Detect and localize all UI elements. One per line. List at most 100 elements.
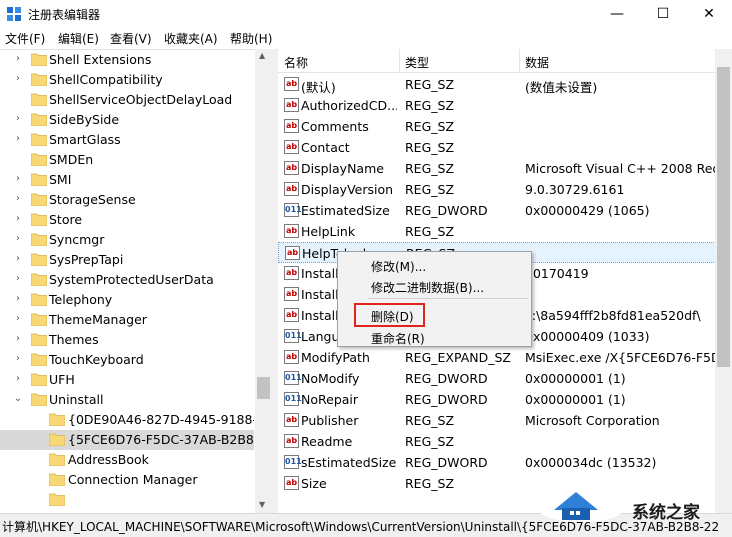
tree-item[interactable]: ⌄ Uninstall xyxy=(0,390,254,410)
expand-chevron-icon[interactable]: › xyxy=(13,113,23,124)
list-item[interactable]: 011 NoRepair REG_DWORD 0x00000001 (1) xyxy=(278,389,716,410)
scroll-down-icon[interactable]: ▼ xyxy=(259,500,265,509)
tree-item[interactable]: › Telephony xyxy=(0,290,254,310)
context-modify[interactable]: 修改(M)... xyxy=(371,258,426,275)
tree-scrollbar[interactable]: ▲ ▼ xyxy=(255,49,272,513)
folder-icon xyxy=(31,53,47,66)
tree-item[interactable]: › ThemeManager xyxy=(0,310,254,330)
menu-edit[interactable]: 编辑(E) xyxy=(58,30,99,47)
scroll-up-icon[interactable]: ▲ xyxy=(259,51,265,60)
context-modify-binary[interactable]: 修改二进制数据(B)... xyxy=(371,279,484,296)
registry-key-tree[interactable]: › Shell Extensions › ShellCompatibility Shel… xyxy=(0,49,272,513)
menu-view[interactable]: 查看(V) xyxy=(110,30,152,47)
list-item[interactable]: ab ModifyPath REG_EXPAND_SZ MsiExec.exe /X{… xyxy=(278,347,716,368)
value-type: REG_SZ xyxy=(405,434,455,449)
menu-help[interactable]: 帮助(H) xyxy=(230,30,272,47)
tree-item-label: {0DE90A46-827D-4945-9188-877 xyxy=(68,412,254,427)
tree-item[interactable]: {0DE90A46-827D-4945-9188-877 xyxy=(0,410,254,430)
list-item[interactable]: 011 NoModify REG_DWORD 0x00000001 (1) xyxy=(278,368,716,389)
list-scrollbar[interactable] xyxy=(715,49,732,513)
value-name: Publisher xyxy=(301,413,359,428)
expand-chevron-icon[interactable]: › xyxy=(13,213,23,224)
tree-item[interactable]: › SystemProtectedUserData xyxy=(0,270,254,290)
value-type: REG_SZ xyxy=(405,161,455,176)
list-item[interactable]: ab (默认) REG_SZ (数值未设置) xyxy=(278,74,716,95)
folder-icon xyxy=(31,293,47,306)
tree-item-label: Themes xyxy=(49,332,99,347)
tree-item[interactable]: › Syncmgr xyxy=(0,230,254,250)
tree-item-label: Uninstall xyxy=(49,392,104,407)
list-item[interactable]: ab DisplayName REG_SZ Microsoft Visual C++ … xyxy=(278,158,716,179)
tree-item[interactable]: › SysPrepTapi xyxy=(0,250,254,270)
expand-chevron-icon[interactable]: › xyxy=(13,73,23,84)
value-type: REG_SZ xyxy=(405,476,455,491)
expand-chevron-icon[interactable]: › xyxy=(13,353,23,364)
tree-item[interactable]: › SideBySide xyxy=(0,110,254,130)
list-item[interactable]: ab Comments REG_SZ xyxy=(278,116,716,137)
value-data: MsiExec.exe /X{5FCE6D76-F5DC- xyxy=(525,350,716,365)
tree-item[interactable]: › StorageSense xyxy=(0,190,254,210)
tree-item[interactable]: › ShellCompatibility xyxy=(0,70,254,90)
expand-chevron-icon[interactable]: › xyxy=(13,53,23,64)
close-button[interactable]: ✕ xyxy=(686,0,732,28)
list-item[interactable]: 011 sEstimatedSize2 REG_DWORD 0x000034dc (1… xyxy=(278,452,716,473)
tree-item-label: SysPrepTapi xyxy=(49,252,124,267)
tree-scroll-thumb[interactable] xyxy=(257,377,270,399)
minimize-button[interactable]: — xyxy=(594,0,640,28)
tree-item[interactable]: Connection Manager xyxy=(0,470,254,490)
list-item[interactable]: ab Publisher REG_SZ Microsoft Corporation xyxy=(278,410,716,431)
expand-chevron-icon[interactable]: › xyxy=(13,233,23,244)
folder-icon xyxy=(31,393,47,406)
list-item[interactable]: ab HelpLink REG_SZ xyxy=(278,221,716,242)
tree-item[interactable]: SMDEn xyxy=(0,150,254,170)
list-scroll-thumb[interactable] xyxy=(717,67,730,367)
expand-chevron-icon[interactable]: › xyxy=(13,193,23,204)
context-rename[interactable]: 重命名(R) xyxy=(371,330,425,347)
value-data: 0x00000409 (1033) xyxy=(525,329,650,344)
list-item[interactable]: ab Contact REG_SZ xyxy=(278,137,716,158)
menu-favorites[interactable]: 收藏夹(A) xyxy=(164,30,218,47)
column-name-header[interactable]: 名称 xyxy=(284,54,308,71)
tree-item[interactable] xyxy=(0,490,254,510)
expand-chevron-icon[interactable]: › xyxy=(13,273,23,284)
column-divider[interactable] xyxy=(399,49,400,73)
list-item[interactable]: ab DisplayVersion REG_SZ 9.0.30729.6161 xyxy=(278,179,716,200)
tree-item-label: SmartGlass xyxy=(49,132,121,147)
menu-file[interactable]: 文件(F) xyxy=(5,30,45,47)
expand-chevron-icon[interactable]: › xyxy=(13,133,23,144)
expand-chevron-icon[interactable]: › xyxy=(13,173,23,184)
tree-item-label: SystemProtectedUserData xyxy=(49,272,214,287)
expand-chevron-icon[interactable]: › xyxy=(13,373,23,384)
string-value-icon: ab xyxy=(284,287,299,301)
column-type-header[interactable]: 类型 xyxy=(405,54,429,71)
tree-item[interactable]: {5FCE6D76-F5DC-37AB-B2B8-22 xyxy=(0,430,254,450)
string-value-icon: ab xyxy=(284,434,299,448)
tree-item[interactable]: ShellServiceObjectDelayLoad xyxy=(0,90,254,110)
tree-item[interactable]: › SMI xyxy=(0,170,254,190)
expand-chevron-icon[interactable]: › xyxy=(13,333,23,344)
tree-item[interactable]: › Store xyxy=(0,210,254,230)
tree-item[interactable]: AddressBook xyxy=(0,450,254,470)
tree-item[interactable]: › TouchKeyboard xyxy=(0,350,254,370)
maximize-button[interactable]: ☐ xyxy=(640,0,686,28)
column-data-header[interactable]: 数据 xyxy=(525,54,549,71)
tree-item[interactable]: › Shell Extensions xyxy=(0,50,254,70)
column-divider[interactable] xyxy=(519,49,520,73)
tree-item-label: StorageSense xyxy=(49,192,136,207)
menu-bar: 文件(F) 编辑(E) 查看(V) 收藏夹(A) 帮助(H) xyxy=(0,28,732,48)
tree-item[interactable]: › UFH xyxy=(0,370,254,390)
list-item[interactable]: ab Readme REG_SZ xyxy=(278,431,716,452)
string-value-icon: ab xyxy=(284,98,299,112)
list-item[interactable]: ab AuthorizedCD... REG_SZ xyxy=(278,95,716,116)
expand-chevron-icon[interactable]: › xyxy=(13,293,23,304)
folder-icon xyxy=(31,233,47,246)
folder-icon xyxy=(49,493,65,506)
expand-chevron-icon[interactable]: ⌄ xyxy=(13,393,23,404)
tree-item[interactable]: › Themes xyxy=(0,330,254,350)
binary-value-icon: 011 xyxy=(284,455,302,469)
expand-chevron-icon[interactable]: › xyxy=(13,313,23,324)
value-type: REG_DWORD xyxy=(405,392,488,407)
expand-chevron-icon[interactable]: › xyxy=(13,253,23,264)
list-item[interactable]: 011 EstimatedSize REG_DWORD 0x00000429 (106… xyxy=(278,200,716,221)
tree-item[interactable]: › SmartGlass xyxy=(0,130,254,150)
